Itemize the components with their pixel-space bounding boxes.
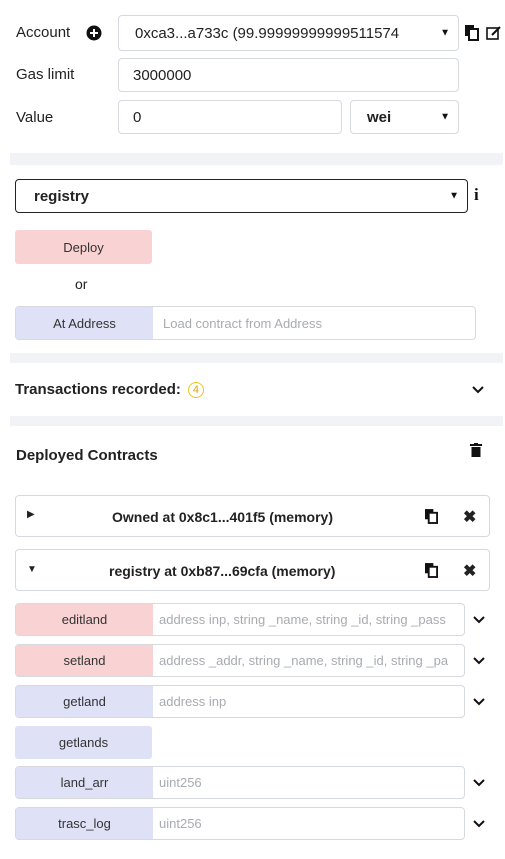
land-arr-input[interactable]: uint256 xyxy=(153,767,464,798)
info-icon[interactable]: i xyxy=(474,185,479,205)
value-input[interactable]: 0 xyxy=(118,100,342,134)
chevron-down-icon[interactable] xyxy=(472,386,484,394)
edit-icon[interactable] xyxy=(486,25,502,41)
instance-label: registry at 0xb87...69cfa (memory) xyxy=(109,563,336,579)
value-amount: 0 xyxy=(133,108,142,126)
deployed-contracts-title: Deployed Contracts xyxy=(16,447,158,464)
address-input-placeholder: Load contract from Address xyxy=(163,315,322,331)
function-input-placeholder: uint256 xyxy=(159,775,202,790)
function-name: editland xyxy=(61,612,108,627)
function-row-setland: setland address _addr, string _name, str… xyxy=(15,644,465,677)
caret-down-icon: ▼ xyxy=(27,564,37,575)
address-input[interactable]: Load contract from Address xyxy=(153,307,475,339)
function-input-placeholder: address inp xyxy=(159,694,227,709)
setland-button[interactable]: setland xyxy=(16,645,153,676)
function-input-placeholder: address inp, string _name, string _id, s… xyxy=(159,612,446,627)
copy-icon[interactable] xyxy=(425,509,438,529)
function-name: getlands xyxy=(58,735,109,750)
trasc-log-input[interactable]: uint256 xyxy=(153,808,464,839)
function-row-getland: getland address inp xyxy=(15,685,465,718)
getland-input[interactable]: address inp xyxy=(153,686,464,717)
instance-label: Owned at 0x8c1...401f5 (memory) xyxy=(112,509,333,525)
account-select[interactable]: 0xca3...a733c (99.99999999999511574 ▼ xyxy=(118,15,459,51)
function-name: getland xyxy=(63,694,106,709)
function-name: land_arr xyxy=(60,775,109,790)
function-row-land-arr: land_arr uint256 xyxy=(15,766,465,799)
account-label: Account xyxy=(16,24,71,41)
transactions-label: Transactions recorded: xyxy=(15,381,181,398)
value-unit: wei xyxy=(367,108,392,126)
editland-button[interactable]: editland xyxy=(16,604,153,635)
chevron-down-icon[interactable] xyxy=(473,779,485,787)
at-address-button-label: At Address xyxy=(53,315,116,331)
trash-icon[interactable] xyxy=(470,443,482,457)
function-row-editland: editland address inp, string _name, stri… xyxy=(15,603,465,636)
editland-input[interactable]: address inp, string _name, string _id, s… xyxy=(153,604,464,635)
chevron-down-icon[interactable] xyxy=(473,698,485,706)
or-label: or xyxy=(75,276,88,292)
transactions-count-badge: 4 xyxy=(187,381,204,398)
caret-right-icon: ▶ xyxy=(27,509,35,520)
deploy-button-label: Deploy xyxy=(63,239,104,255)
gas-limit-value: 3000000 xyxy=(133,66,192,84)
at-address-group: At Address Load contract from Address xyxy=(15,306,476,340)
land-arr-button[interactable]: land_arr xyxy=(16,767,153,798)
getlands-button[interactable]: getlands xyxy=(15,726,152,759)
chevron-down-icon[interactable] xyxy=(473,616,485,624)
chevron-down-icon[interactable] xyxy=(473,657,485,665)
function-name: setland xyxy=(63,653,106,668)
value-unit-select[interactable]: wei ▼ xyxy=(350,100,459,134)
getland-button[interactable]: getland xyxy=(16,686,153,717)
instance-owned[interactable]: ▶ Owned at 0x8c1...401f5 (memory) ✖ xyxy=(15,495,490,537)
account-select-value: 0xca3...a733c (99.99999999999511574 xyxy=(135,24,400,42)
gas-limit-input[interactable]: 3000000 xyxy=(118,58,459,92)
copy-icon[interactable] xyxy=(425,563,438,583)
chevron-down-icon: ▼ xyxy=(440,27,450,39)
chevron-down-icon: ▼ xyxy=(440,111,450,123)
gas-limit-label: Gas limit xyxy=(16,66,75,83)
function-name: trasc_log xyxy=(58,816,111,831)
contract-select[interactable]: registry ▼ xyxy=(15,179,468,213)
contract-select-value: registry xyxy=(34,187,90,205)
plus-circle-icon[interactable] xyxy=(86,25,102,41)
function-input-placeholder: address _addr, string _name, string _id,… xyxy=(159,653,449,668)
section-divider xyxy=(10,353,503,363)
close-icon[interactable]: ✖ xyxy=(463,561,476,581)
transactions-header[interactable]: Transactions recorded: 4 xyxy=(15,381,204,398)
function-row-trasc-log: trasc_log uint256 xyxy=(15,807,465,840)
section-divider xyxy=(10,416,503,426)
deploy-button[interactable]: Deploy xyxy=(15,230,152,264)
instance-registry[interactable]: ▼ registry at 0xb87...69cfa (memory) ✖ xyxy=(15,549,490,591)
copy-icon[interactable] xyxy=(465,25,479,41)
at-address-button[interactable]: At Address xyxy=(16,307,153,339)
function-input-placeholder: uint256 xyxy=(159,816,202,831)
close-icon[interactable]: ✖ xyxy=(463,507,476,527)
chevron-down-icon: ▼ xyxy=(449,190,459,202)
setland-input[interactable]: address _addr, string _name, string _id,… xyxy=(153,645,464,676)
value-label: Value xyxy=(16,109,54,126)
chevron-down-icon[interactable] xyxy=(473,820,485,828)
trasc-log-button[interactable]: trasc_log xyxy=(16,808,153,839)
section-divider xyxy=(10,153,503,165)
